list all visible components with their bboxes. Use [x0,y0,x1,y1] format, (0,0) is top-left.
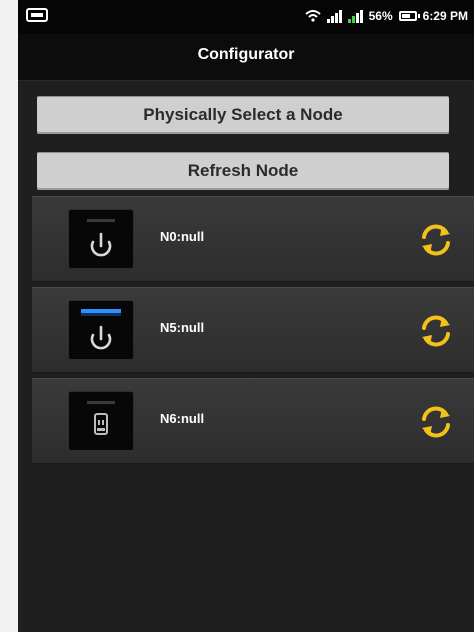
battery-percent: 56% [368,9,393,23]
power-icon [68,209,134,269]
node-label: N5:null [160,320,205,335]
refresh-icon[interactable] [418,404,454,440]
notification-icon [26,8,48,22]
plug-icon [68,391,134,451]
physically-select-node-button[interactable]: Physically Select a Node [37,96,449,134]
app-title-bar: Configurator [18,34,474,81]
signal-icon [326,9,342,23]
node-row-n0[interactable]: N0:null [32,196,474,282]
power-icon [68,300,134,360]
refresh-node-button[interactable]: Refresh Node [37,152,449,190]
status-icons: 56% 6:29 PM [304,9,468,23]
node-row-n6[interactable]: N6:null [32,378,474,464]
refresh-icon[interactable] [418,222,454,258]
refresh-icon[interactable] [418,313,454,349]
signal-icon [347,9,363,23]
node-label: N6:null [160,411,205,426]
clock: 6:29 PM [422,9,468,23]
node-list: N0:null N5:null N6:null [32,196,474,469]
status-bar: 56% 6:29 PM [18,0,474,34]
device-frame: 56% 6:29 PM Configurator Physically Sele… [0,0,474,632]
app-screen: 56% 6:29 PM Configurator Physically Sele… [18,0,474,632]
node-label: N0:null [160,229,205,244]
battery-icon [398,11,420,21]
page-title: Configurator [197,46,295,63]
wifi-icon [304,10,321,22]
node-row-n5[interactable]: N5:null [32,287,474,373]
